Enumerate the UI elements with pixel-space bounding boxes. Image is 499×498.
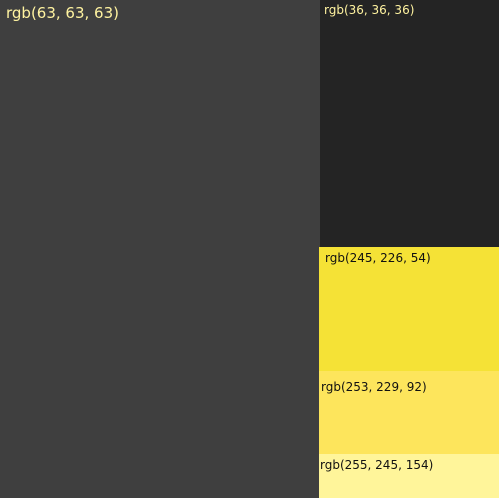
swatch-label: rgb(63, 63, 63) bbox=[6, 4, 119, 22]
swatch-pale-yellow: rgb(255, 245, 154) bbox=[319, 454, 499, 498]
swatch-dark-gray: rgb(63, 63, 63) bbox=[0, 0, 320, 498]
swatch-label: rgb(36, 36, 36) bbox=[324, 3, 415, 17]
swatch-label: rgb(245, 226, 54) bbox=[325, 251, 431, 265]
swatch-label: rgb(253, 229, 92) bbox=[321, 380, 427, 394]
swatch-label: rgb(255, 245, 154) bbox=[320, 458, 434, 472]
swatch-light-yellow: rgb(253, 229, 92) bbox=[319, 371, 499, 454]
swatch-yellow: rgb(245, 226, 54) bbox=[319, 247, 499, 371]
swatch-near-black: rgb(36, 36, 36) bbox=[320, 0, 499, 247]
color-treemap: rgb(63, 63, 63) rgb(36, 36, 36) rgb(245,… bbox=[0, 0, 499, 498]
